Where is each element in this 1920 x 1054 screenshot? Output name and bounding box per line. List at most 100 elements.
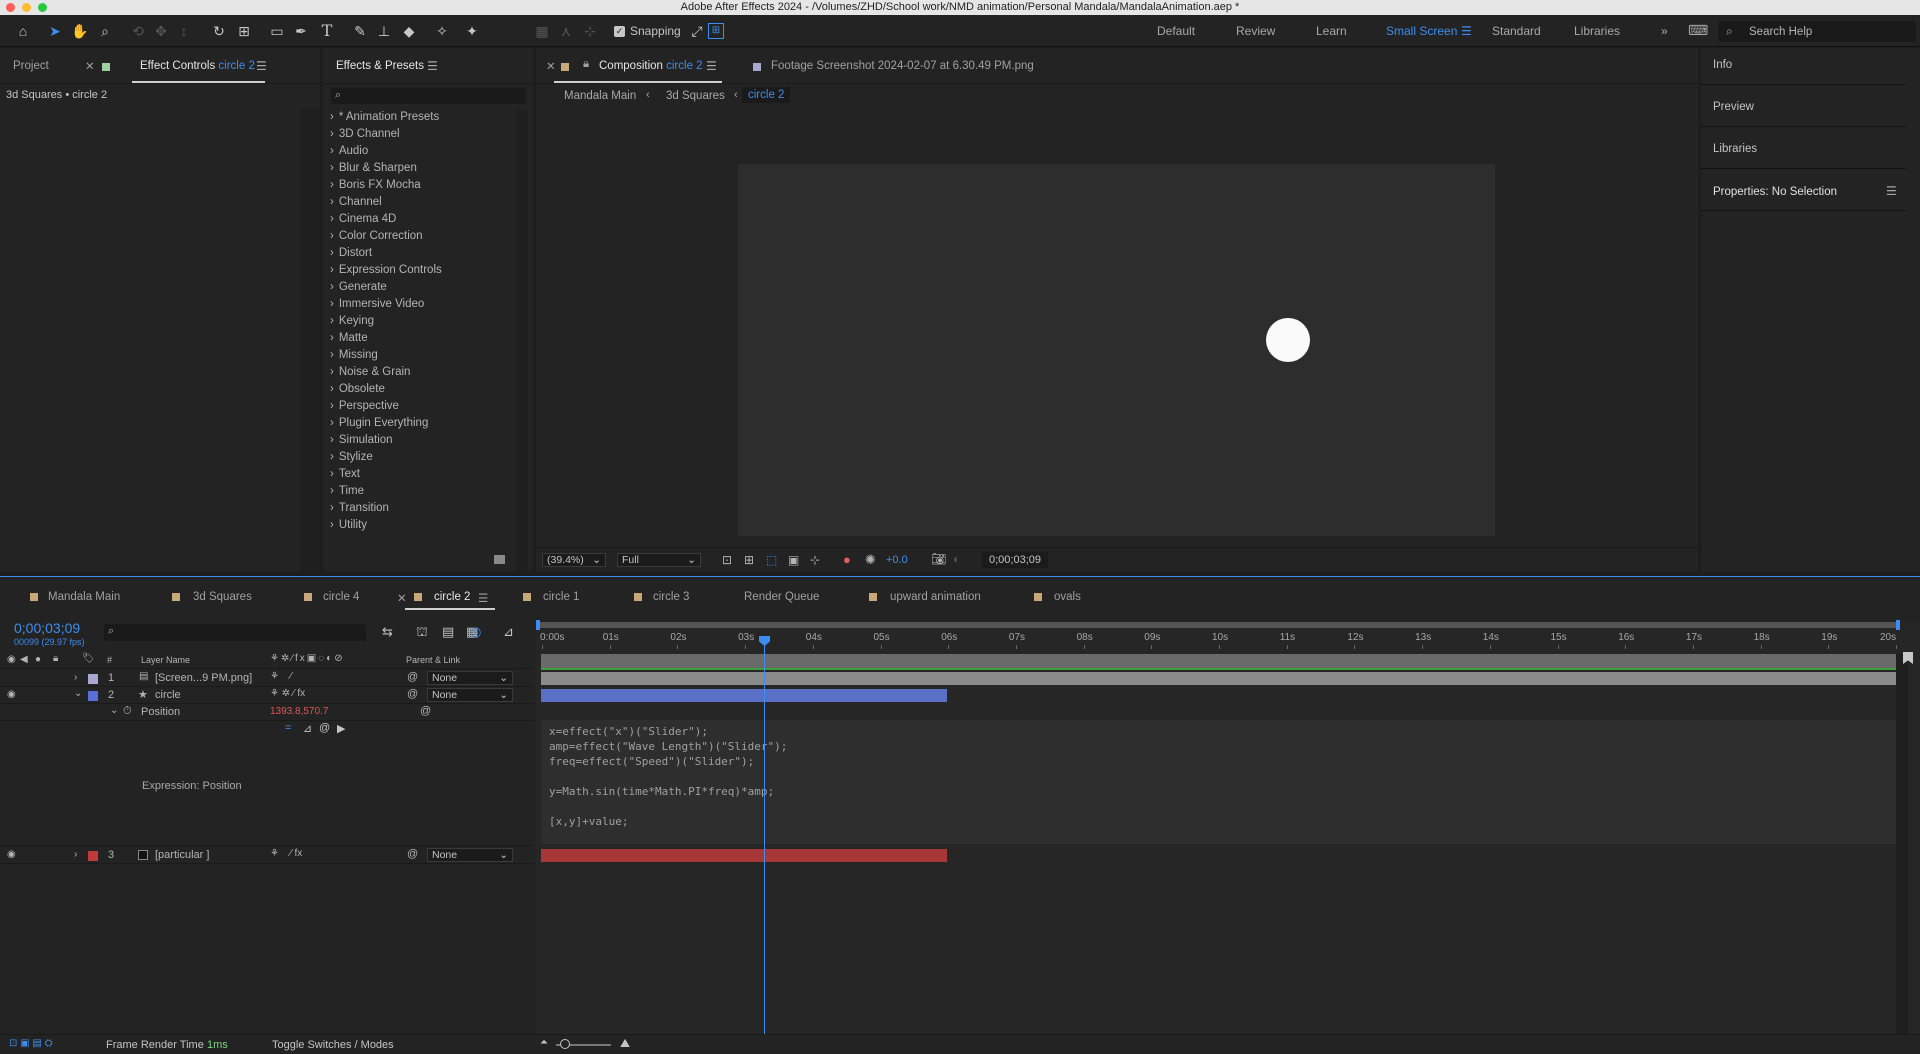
tab-effect-controls[interactable]: Effect Controls circle 2	[140, 60, 255, 72]
breadcrumb-mandala-main[interactable]: Mandala Main	[564, 90, 636, 102]
parent-link-column[interactable]: Parent & Link	[406, 655, 460, 665]
expression-line[interactable]: freq=effect("Speed")("Slider");	[549, 755, 754, 768]
viewer-timecode[interactable]: 0;00;03;09	[982, 552, 1048, 568]
zoom-dropdown[interactable]: (39.4%) ⌄	[542, 553, 606, 567]
playhead[interactable]	[764, 636, 765, 1034]
timeline-scrollbar[interactable]	[1896, 654, 1908, 1034]
zoom-slider-handle[interactable]	[560, 1039, 570, 1049]
guides-icon[interactable]: ⊹	[810, 553, 820, 567]
effects-category-item[interactable]: › Keying	[330, 315, 374, 327]
layer-switches-icon[interactable]: ⚘ ⁄ fx	[270, 848, 302, 859]
video-eye-icon[interactable]: ◉	[7, 849, 16, 860]
workspace-review[interactable]: Review	[1236, 24, 1275, 38]
position-value[interactable]: 1393.8,570.7	[270, 706, 328, 717]
brush-tool-icon[interactable]: ✎	[349, 20, 371, 42]
clone-stamp-icon[interactable]: ⊥	[373, 20, 395, 42]
pickwhip-icon[interactable]: @	[407, 671, 418, 683]
search-help-box[interactable]: ⌕ Search Help	[1718, 21, 1916, 42]
expand-arrow-icon[interactable]: ›	[74, 849, 77, 860]
parent-dropdown[interactable]: None ⌄	[427, 688, 513, 702]
enable-expression-icon[interactable]: =	[285, 722, 291, 734]
layer-bar-1[interactable]	[541, 672, 1896, 685]
effects-category-item[interactable]: › Channel	[330, 196, 382, 208]
expression-pickwhip-icon[interactable]: @	[420, 705, 431, 717]
pan-camera-icon[interactable]: ✥	[150, 20, 172, 42]
close-timeline-tab-icon[interactable]: ✕	[397, 591, 407, 605]
expression-line[interactable]: [x,y]+value;	[549, 815, 628, 828]
layer-row-1[interactable]: › 1 ▤ [Screen...9 PM.png] ⚘ ⁄ @ None ⌄	[0, 670, 534, 687]
effects-category-item[interactable]: › Noise & Grain	[330, 366, 410, 378]
layer-bar-3[interactable]	[541, 849, 947, 862]
expression-pickwhip-icon[interactable]: @	[319, 722, 330, 734]
effects-category-item[interactable]: › Color Correction	[330, 230, 423, 242]
layer-search-input[interactable]: ⌕	[104, 624, 366, 641]
layer-label-swatch[interactable]	[88, 674, 98, 684]
effects-presets-menu-icon[interactable]: ☰	[427, 59, 438, 73]
shy-icon[interactable]: ▤	[442, 624, 454, 640]
track-row-1[interactable]	[541, 654, 1896, 668]
workspace-learn[interactable]: Learn	[1316, 24, 1347, 38]
roto-brush-icon[interactable]: ✧	[431, 20, 453, 42]
dolly-camera-icon[interactable]: ↕	[173, 20, 195, 42]
pickwhip-icon[interactable]: @	[407, 688, 418, 700]
channel-icon[interactable]: ●	[843, 552, 851, 567]
type-tool-icon[interactable]: T	[316, 20, 338, 42]
zoom-tool-icon[interactable]: ⌕	[94, 20, 116, 42]
effects-category-item[interactable]: › Boris FX Mocha	[330, 179, 421, 191]
expression-language-menu-icon[interactable]: ▶	[337, 722, 345, 735]
home-icon[interactable]: ⌂	[12, 20, 34, 42]
effect-controls-menu-icon[interactable]: ☰	[256, 59, 267, 73]
layer-name[interactable]: circle	[155, 689, 181, 701]
effects-category-item[interactable]: › Cinema 4D	[330, 213, 396, 225]
layer-name[interactable]: [Screen...9 PM.png]	[155, 672, 252, 684]
layer-row-3[interactable]: ◉ › 3 [particular ] ⚘ ⁄ fx @ None ⌄	[0, 847, 534, 864]
draft-3d-icon[interactable]: ⛫	[416, 624, 428, 642]
effects-category-item[interactable]: › Time	[330, 485, 364, 497]
selection-tool-icon[interactable]: ➤	[44, 20, 66, 42]
breadcrumb-circle-2[interactable]: circle 2	[742, 87, 791, 103]
video-eye-icon[interactable]: ◉	[7, 689, 16, 700]
layer-bar-2[interactable]	[541, 689, 947, 702]
timeline-tab-circle-2[interactable]: circle 2	[434, 591, 470, 603]
work-area-bar[interactable]	[538, 622, 1899, 628]
snap-option-icon[interactable]: ⤢	[686, 20, 708, 42]
parent-dropdown[interactable]: None ⌄	[427, 671, 513, 685]
motion-blur-icon[interactable]: ◎	[470, 624, 481, 640]
workspace-menu-icon[interactable]: ☰	[1461, 24, 1472, 38]
graph-editor-icon[interactable]: ⊿	[503, 624, 514, 640]
timeline-tab-mandala-main[interactable]: Mandala Main	[48, 591, 120, 603]
transparency-grid-icon[interactable]: ⊞	[744, 553, 754, 567]
lock-icon[interactable]: 🔒︎	[583, 58, 589, 71]
effects-category-item[interactable]: › Audio	[330, 145, 368, 157]
layer-label-swatch[interactable]	[88, 851, 98, 861]
hand-tool-icon[interactable]: ✋	[69, 20, 91, 42]
keyboard-icon[interactable]: ⌨	[1688, 22, 1708, 39]
minimize-window-button[interactable]	[22, 3, 31, 12]
layer-switches-icon[interactable]: ⚘ ✲ ⁄ fx	[270, 688, 305, 699]
align-icon[interactable]: ▦	[531, 20, 553, 42]
more-workspaces-icon[interactable]: »	[1661, 24, 1668, 38]
effects-category-item[interactable]: › Blur & Sharpen	[330, 162, 417, 174]
properties-menu-icon[interactable]: ☰	[1886, 184, 1897, 198]
effects-category-item[interactable]: › Stylize	[330, 451, 373, 463]
effects-category-item[interactable]: › Text	[330, 468, 360, 480]
graph-icon[interactable]: ⊿	[303, 722, 312, 735]
solo-icon[interactable]: ●	[35, 654, 41, 665]
stopwatch-icon[interactable]: ⏱︎	[123, 705, 132, 718]
layer-name-column[interactable]: Layer Name	[141, 655, 190, 665]
timeline-tab-ovals[interactable]: ovals	[1054, 591, 1081, 603]
tab-project[interactable]: Project	[13, 60, 49, 72]
snapshot-icon[interactable]: 📷︎	[931, 552, 946, 566]
exposure-value[interactable]: +0.0	[886, 554, 908, 566]
pickwhip-icon[interactable]: @	[407, 848, 418, 860]
zoom-window-button[interactable]	[38, 3, 47, 12]
effects-category-item[interactable]: › Immersive Video	[330, 298, 424, 310]
work-area-start-handle[interactable]	[536, 620, 540, 630]
effects-search-input[interactable]: ⌕	[331, 88, 526, 104]
tab-effects-presets[interactable]: Effects & Presets	[336, 60, 424, 72]
expression-line[interactable]: x=effect("x")("Slider");	[549, 725, 708, 738]
white-circle[interactable]	[1266, 318, 1310, 362]
render-icons[interactable]: ⊡ ▣ ▤ ⛭	[9, 1038, 53, 1049]
effect-controls-scrollbar[interactable]	[300, 108, 320, 572]
composition-menu-icon[interactable]: ☰	[706, 59, 717, 73]
